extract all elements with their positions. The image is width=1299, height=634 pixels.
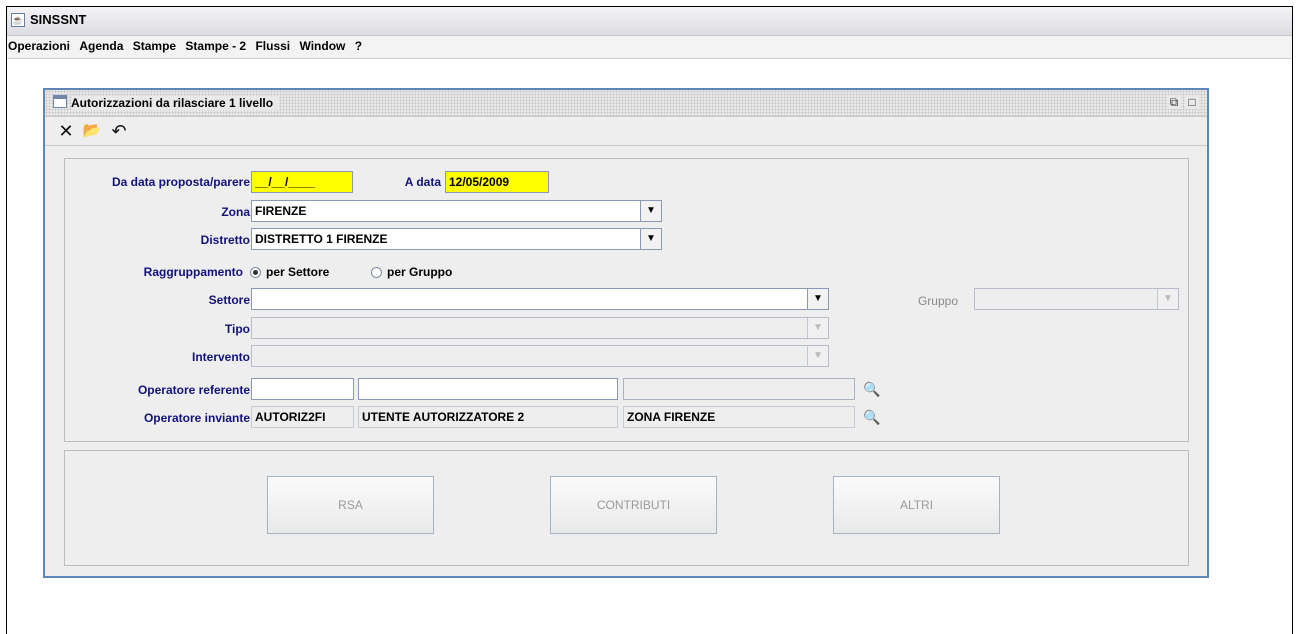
menu-stampe[interactable]: Stampe (130, 36, 179, 53)
operatore-inviante-zone: ZONA FIRENZE (623, 406, 855, 428)
distretto-label: Distretto (200, 233, 250, 247)
raggruppamento-label: Raggruppamento (143, 265, 243, 279)
intervento-label: Intervento (191, 350, 250, 364)
chevron-down-icon[interactable]: ▼ (640, 229, 661, 249)
close-icon[interactable]: ✕ (55, 120, 77, 142)
gruppo-select: ▼ (974, 288, 1179, 310)
menu-help[interactable]: ? (352, 36, 365, 53)
binoculars-icon[interactable]: 🔍 (863, 408, 881, 426)
operatore-referente-label: Operatore referente (137, 383, 250, 397)
radio-per-settore[interactable]: per Settore (250, 265, 329, 279)
restore-icon[interactable]: ⧉ (1167, 95, 1181, 109)
menu-stampe-2[interactable]: Stampe - 2 (182, 36, 249, 53)
window-title: Autorizzazioni da rilasciare 1 livello (71, 96, 280, 110)
settore-select[interactable]: ▼ (251, 288, 829, 310)
chevron-down-icon[interactable]: ▼ (807, 289, 828, 309)
gruppo-label: Gruppo (917, 294, 958, 308)
contributi-button[interactable]: CONTRIBUTI (550, 476, 717, 534)
distretto-value: DISTRETTO 1 FIRENZE (255, 232, 388, 246)
zona-value: FIRENZE (255, 204, 307, 218)
operatore-referente-zone (623, 378, 855, 400)
operatore-inviante-code: AUTORIZ2FI (251, 406, 354, 428)
radio-unselected-icon (371, 266, 382, 278)
menu-agenda[interactable]: Agenda (76, 36, 126, 53)
distretto-select[interactable]: DISTRETTO 1 FIRENZE ▼ (251, 228, 662, 250)
toolbar: ✕ 📂 ↶ (45, 117, 1207, 146)
altri-button[interactable]: ALTRI (833, 476, 1000, 534)
radio-selected-icon (250, 266, 261, 278)
java-icon: ☕ (11, 13, 25, 27)
radio-per-settore-label: per Settore (266, 265, 330, 279)
chevron-down-icon[interactable]: ▼ (640, 201, 661, 221)
operatore-referente-code[interactable] (251, 378, 354, 400)
app-titlebar: ☕ SINSSNT (7, 7, 1292, 36)
open-folder-icon[interactable]: 📂 (81, 120, 103, 142)
chevron-down-icon: ▼ (807, 346, 828, 366)
da-data-label: Da data proposta/parere (111, 175, 250, 189)
radio-per-gruppo[interactable]: per Gruppo (371, 265, 452, 279)
internal-window-titlebar[interactable]: Autorizzazioni da rilasciare 1 livello ⧉… (45, 90, 1207, 117)
rsa-button[interactable]: RSA (267, 476, 434, 534)
menu-bar: Operazioni Agenda Stampe Stampe - 2 Flus… (7, 36, 1292, 59)
maximize-icon[interactable]: □ (1185, 95, 1199, 109)
window-icon (53, 95, 67, 108)
chevron-down-icon: ▼ (1157, 289, 1178, 309)
zona-label: Zona (221, 205, 250, 219)
app-title: SINSSNT (30, 12, 87, 27)
a-data-label: A data (404, 175, 441, 189)
settore-label: Settore (208, 293, 250, 307)
zona-select[interactable]: FIRENZE ▼ (251, 200, 662, 222)
tipo-label: Tipo (224, 322, 250, 336)
intervento-select: ▼ (251, 345, 829, 367)
menu-operazioni[interactable]: Operazioni (7, 36, 73, 53)
operatore-referente-name[interactable] (358, 378, 618, 400)
binoculars-icon[interactable]: 🔍 (863, 380, 881, 398)
tipo-select: ▼ (251, 317, 829, 339)
menu-window[interactable]: Window (296, 36, 348, 53)
chevron-down-icon: ▼ (807, 318, 828, 338)
undo-icon[interactable]: ↶ (108, 120, 130, 142)
a-data-field[interactable]: 12/05/2009 (445, 171, 549, 193)
operatore-inviante-name: UTENTE AUTORIZZATORE 2 (358, 406, 618, 428)
da-data-field[interactable]: __/__/____ (251, 171, 353, 193)
menu-flussi[interactable]: Flussi (252, 36, 293, 53)
radio-per-gruppo-label: per Gruppo (387, 265, 453, 279)
operatore-inviante-label: Operatore inviante (143, 411, 250, 425)
